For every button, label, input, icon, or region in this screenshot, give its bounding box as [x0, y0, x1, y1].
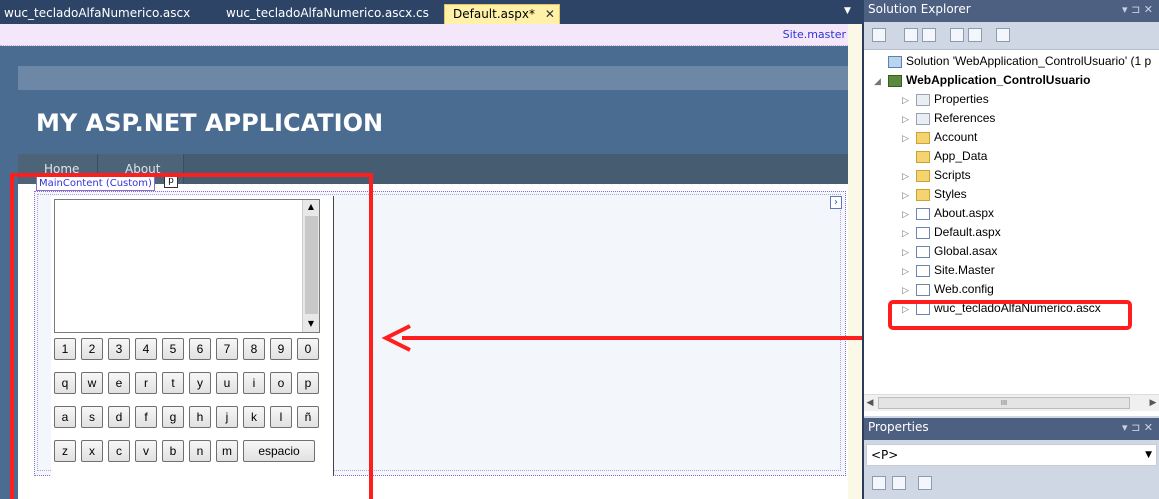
refresh-icon[interactable] [922, 28, 936, 42]
folder-icon [916, 131, 930, 144]
object-selector[interactable]: <P> ▼ [866, 444, 1157, 466]
tab-wuc-ascx-cs[interactable]: wuc_tecladoAlfaNumerico.ascx.cs [222, 4, 429, 24]
scroll-left-icon[interactable]: ◀ [864, 395, 876, 411]
tree-item-label: Styles [934, 187, 967, 201]
properties-toolbar [866, 472, 1157, 496]
chevron-down-icon[interactable]: ▼ [1145, 445, 1152, 465]
solution-explorer-toolbar [864, 22, 1159, 50]
site-header: MY ASP.NET APPLICATION [18, 90, 848, 154]
expand-icon[interactable]: ▷ [902, 186, 916, 205]
tree-item[interactable]: ▷ References [902, 109, 995, 128]
references-icon [916, 112, 930, 125]
properties-panel: Properties ▾ ⊐ ✕ <P> ▼ [864, 416, 1159, 499]
tree-item-label: Solution 'WebApplication_ControlUsuario'… [906, 54, 1152, 68]
tree-item[interactable]: ◢ WebApplication_ControlUsuario [874, 71, 1090, 90]
tree-item[interactable]: ▷ Site.Master [902, 261, 995, 280]
tree-item[interactable]: ▷ Global.asax [902, 242, 997, 261]
project-icon [888, 74, 902, 87]
view-code-icon[interactable] [950, 28, 964, 42]
aspx-file-icon [916, 207, 930, 220]
annotation-arrow [381, 324, 862, 352]
tab-label: Default.aspx* [453, 7, 535, 21]
properties-title: Properties ▾ ⊐ ✕ [864, 418, 1159, 440]
panel-controls-icon[interactable]: ▾ ⊐ ✕ [1122, 419, 1153, 437]
expand-icon[interactable]: ▷ [902, 110, 916, 129]
tree-item-label: References [934, 111, 996, 125]
tree-item-label: Properties [934, 92, 989, 106]
expand-icon[interactable]: ▷ [902, 224, 916, 243]
tree-item-label: Account [934, 130, 978, 144]
collapse-icon[interactable]: ◢ [874, 72, 888, 91]
panel-controls-icon[interactable]: ▾ ⊐ ✕ [1122, 1, 1153, 19]
solution-explorer-title: Solution Explorer ▾ ⊐ ✕ [864, 0, 1159, 22]
tree-item-label: App_Data [934, 149, 988, 163]
tab-default-aspx[interactable]: Default.aspx* ✕ [444, 4, 560, 24]
config-file-icon [916, 283, 930, 296]
scroll-right-icon[interactable]: ▶ [1147, 395, 1159, 411]
smart-tag-chevron-icon[interactable]: › [830, 196, 842, 209]
property-pages-icon[interactable] [918, 476, 932, 490]
alphabetical-icon[interactable] [892, 476, 906, 490]
aspx-file-icon [916, 226, 930, 239]
tree-item[interactable]: ▷ Account [902, 128, 977, 147]
tree-item[interactable]: ▷ Default.aspx [902, 223, 1001, 242]
solution-tree: Solution 'WebApplication_ControlUsuario'… [864, 50, 1159, 394]
tree-item[interactable]: Solution 'WebApplication_ControlUsuario'… [874, 52, 1151, 71]
app-title: MY ASP.NET APPLICATION [36, 109, 384, 137]
tree-item-label: About.aspx [934, 206, 995, 220]
document-tab-strip: wuc_tecladoAlfaNumerico.ascx wuc_teclado… [0, 0, 864, 24]
asax-file-icon [916, 245, 930, 258]
tree-item-label: WebApplication_ControlUsuario [906, 73, 1091, 87]
tab-wuc-ascx[interactable]: wuc_tecladoAlfaNumerico.ascx [0, 4, 190, 24]
tree-item[interactable]: ▷ Properties [902, 90, 989, 109]
scroll-thumb[interactable]: III [878, 397, 1130, 409]
tree-horizontal-scrollbar[interactable]: ◀ III ▶ [864, 394, 1159, 411]
expand-icon[interactable]: ▷ [902, 281, 916, 300]
panel-title-text: Solution Explorer [868, 2, 971, 16]
properties-icon [916, 93, 930, 106]
categorized-icon[interactable] [872, 476, 886, 490]
tree-item[interactable]: ▷ About.aspx [902, 204, 994, 223]
tree-item-label: Scripts [934, 168, 971, 182]
class-diagram-icon[interactable] [996, 28, 1010, 42]
expand-icon[interactable]: ▷ [902, 129, 916, 148]
tab-dropdown-icon[interactable]: ▼ [844, 6, 851, 16]
tree-item[interactable]: App_Data [902, 147, 987, 166]
folder-icon [916, 169, 930, 182]
solution-icon [888, 55, 902, 68]
master-file-icon [916, 264, 930, 277]
tree-item-label: Web.config [934, 282, 994, 296]
expand-icon[interactable]: ▷ [902, 91, 916, 110]
folder-icon [916, 188, 930, 201]
master-page-link[interactable]: Site.master [783, 28, 846, 41]
annotation-red-rectangle [10, 173, 373, 499]
panel-title-text: Properties [868, 420, 929, 434]
selected-object: <P> [871, 448, 899, 462]
solution-explorer-panel: Solution Explorer ▾ ⊐ ✕ Solution 'WebApp… [864, 0, 1159, 416]
master-page-bar: Site.master [0, 24, 848, 46]
tree-item[interactable]: ▷ Styles [902, 185, 967, 204]
view-designer-icon[interactable] [968, 28, 982, 42]
expand-icon[interactable]: ▷ [902, 205, 916, 224]
tree-item-label: Default.aspx [934, 225, 1001, 239]
header-top-strip [18, 66, 848, 90]
properties-toolbar-icon[interactable] [872, 28, 886, 42]
expand-icon[interactable]: ▷ [902, 243, 916, 262]
show-all-files-icon[interactable] [904, 28, 918, 42]
tree-item[interactable]: ▷ Scripts [902, 166, 971, 185]
expand-icon[interactable]: ▷ [902, 262, 916, 281]
annotation-red-box [888, 300, 1132, 330]
tree-item[interactable]: ▷ Web.config [902, 280, 994, 299]
tab-label: wuc_tecladoAlfaNumerico.ascx [4, 6, 191, 20]
tab-label: wuc_tecladoAlfaNumerico.ascx.cs [226, 6, 429, 20]
tree-item-label: Site.Master [934, 263, 995, 277]
close-icon[interactable]: ✕ [545, 5, 555, 23]
tree-item-label: Global.asax [934, 244, 998, 258]
expand-icon[interactable]: ▷ [902, 167, 916, 186]
folder-icon [916, 150, 930, 163]
